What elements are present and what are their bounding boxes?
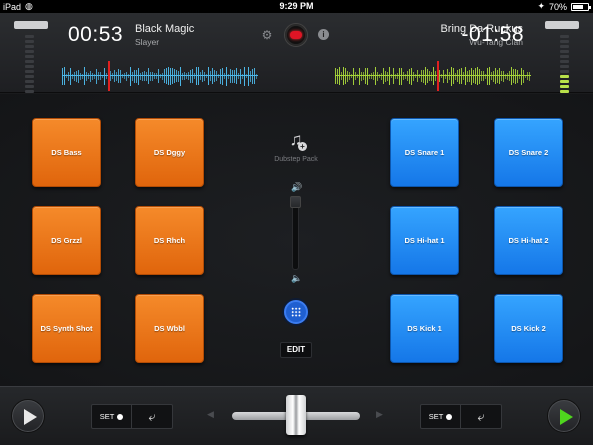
sample-pad-right-6[interactable]: DS Kick 2 — [494, 294, 563, 363]
sample-pad-left-6[interactable]: DS Wbbl — [135, 294, 204, 363]
decks-header: 00:53 Black Magic Slayer ⚙ i Bring Da Ru… — [0, 13, 593, 93]
sampler-volume-handle[interactable] — [290, 196, 301, 208]
vu-meter-left — [25, 35, 34, 95]
record-icon — [290, 31, 302, 39]
play-icon — [560, 409, 573, 425]
set-label: SET — [428, 412, 444, 421]
sample-pack-label[interactable]: Dubstep Pack — [256, 156, 336, 163]
waveform-left[interactable] — [62, 65, 258, 87]
loop-arrow-icon[interactable]: ⤶ — [132, 405, 172, 428]
loop-arrow-icon[interactable]: ⤶ — [461, 405, 501, 428]
info-icon[interactable]: i — [318, 29, 329, 40]
deck-left-title[interactable]: Black Magic — [135, 23, 194, 35]
play-button-right[interactable] — [547, 399, 581, 433]
edit-button[interactable]: EDIT — [280, 342, 312, 358]
sample-pad-right-4[interactable]: DS Hi-hat 2 — [494, 206, 563, 275]
waveform-right[interactable] — [335, 65, 531, 87]
playhead-right — [437, 61, 439, 91]
sample-pad-right-3[interactable]: DS Hi-hat 1 — [390, 206, 459, 275]
sample-pad-right-5[interactable]: DS Kick 1 — [390, 294, 459, 363]
gear-icon[interactable]: ⚙ — [261, 29, 273, 41]
play-icon — [24, 409, 37, 425]
cue-dot-icon — [446, 413, 453, 420]
sample-pad-left-3[interactable]: DS Grzzl — [32, 206, 101, 275]
deck-right-toggle[interactable] — [545, 21, 579, 29]
sample-pad-left-5[interactable]: DS Synth Shot — [32, 294, 101, 363]
speaker-icon: 🔊 — [291, 182, 303, 192]
deck-left-toggle[interactable] — [14, 21, 48, 29]
status-time: 9:29 PM — [279, 1, 314, 11]
set-cue-button-left[interactable]: SET — [92, 405, 132, 428]
cue-dot-icon — [117, 413, 124, 420]
deck-right-time: -01:58 — [461, 23, 524, 46]
grid-button[interactable] — [284, 300, 308, 324]
sample-pad-left-2[interactable]: DS Dggy — [135, 118, 204, 187]
grid-icon — [291, 307, 301, 317]
set-cue-button-right[interactable]: SET — [421, 405, 461, 428]
record-button[interactable] — [284, 23, 308, 47]
sample-pad-right-2[interactable]: DS Snare 2 — [494, 118, 563, 187]
play-button-left[interactable] — [11, 399, 45, 433]
cue-controls-right: SET ⤶ — [420, 404, 502, 429]
transport-footer: SET ⤶ ◀ ▶ SET ⤶ — [0, 386, 593, 445]
sample-pad-left-1[interactable]: DS Bass — [32, 118, 101, 187]
crossfader-handle[interactable] — [286, 395, 306, 435]
deck-left-time: 00:53 — [68, 23, 124, 46]
center-controls: ⚙ i — [259, 23, 333, 49]
status-bar: iPad ◍ 9:29 PM ✦ 70% — [0, 0, 593, 13]
vu-meter-right — [560, 35, 569, 95]
crossfader-right-arrow-icon[interactable]: ▶ — [376, 409, 383, 420]
crossfader-left-arrow-icon[interactable]: ◀ — [207, 409, 214, 420]
music-note-plus-icon[interactable]: ♫ + — [286, 130, 307, 151]
set-label: SET — [99, 412, 115, 421]
speaker-low-icon: 🔈 — [291, 273, 303, 283]
battery-percent: 70% — [548, 1, 567, 12]
sample-pad-left-4[interactable]: DS Rhch — [135, 206, 204, 275]
battery-icon — [571, 2, 591, 11]
cue-controls-left: SET ⤶ — [91, 404, 173, 429]
bluetooth-icon: ✦ — [537, 1, 545, 11]
sample-pad-right-1[interactable]: DS Snare 1 — [390, 118, 459, 187]
playhead-left — [108, 61, 110, 91]
deck-left-artist: Slayer — [135, 37, 160, 47]
